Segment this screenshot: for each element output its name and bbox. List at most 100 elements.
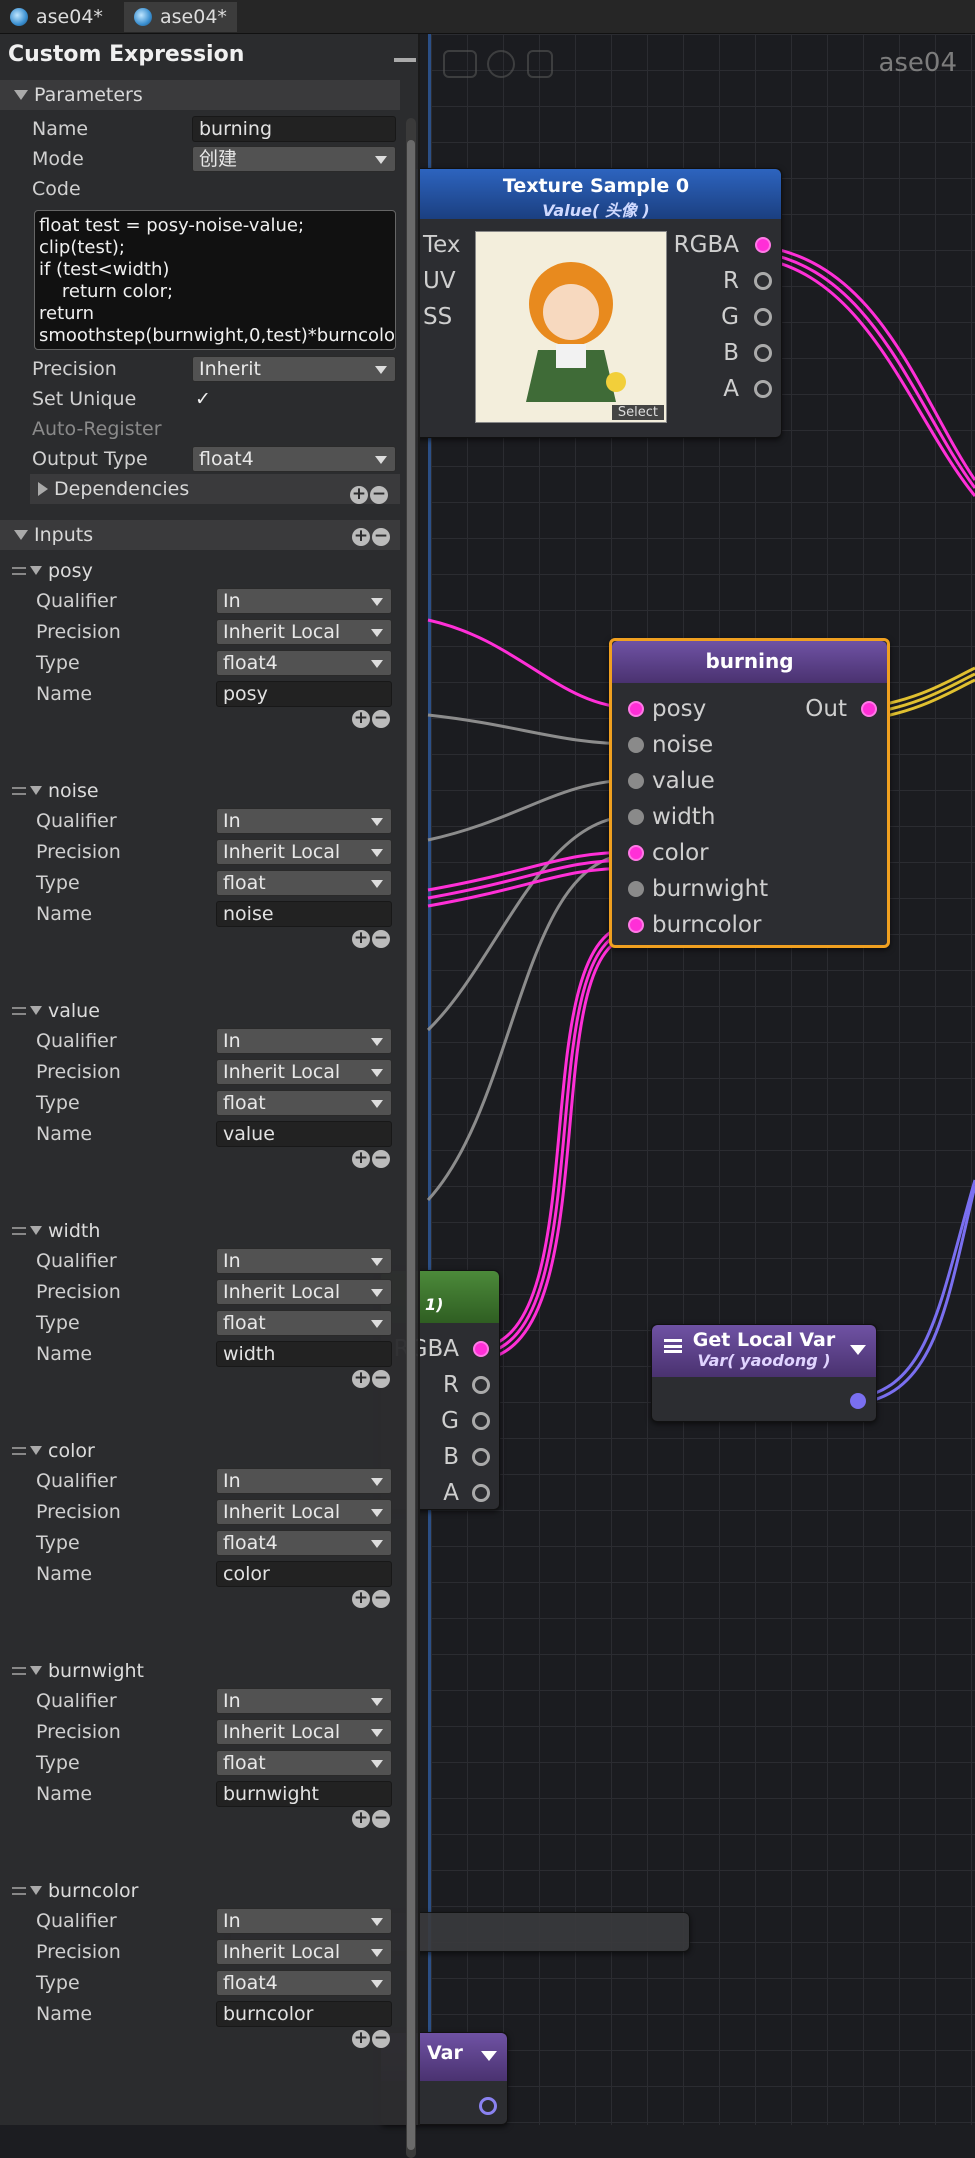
input-name-field[interactable]: burncolor: [216, 2001, 392, 2027]
pin-g[interactable]: [472, 1412, 490, 1430]
texture-select-button[interactable]: Select: [611, 405, 664, 420]
save-icon[interactable]: [527, 50, 553, 78]
type-dropdown[interactable]: float: [216, 870, 392, 896]
plus-icon[interactable]: +: [352, 710, 370, 728]
plus-icon[interactable]: +: [352, 2030, 370, 2048]
port-burnwight[interactable]: burnwight: [652, 875, 768, 903]
input-name-field[interactable]: color: [216, 1561, 392, 1587]
qualifier-dropdown[interactable]: In: [216, 808, 392, 834]
port-value[interactable]: value: [652, 767, 715, 795]
pin-posy[interactable]: [628, 701, 644, 717]
qualifier-dropdown[interactable]: In: [216, 1028, 392, 1054]
minus-icon[interactable]: −: [372, 1370, 390, 1388]
tab-ase04-1[interactable]: ase04*: [0, 2, 113, 32]
minus-icon[interactable]: −: [370, 486, 388, 504]
port-posy[interactable]: posy: [652, 695, 706, 723]
texture-sample-node[interactable]: Texture Sample 0 Value( 头像 ) Tex UV SS S…: [410, 168, 782, 438]
tab-ase04-2[interactable]: ase04*: [124, 2, 237, 32]
set-unique-checkbox[interactable]: ✓: [192, 388, 214, 410]
chevron-down-icon[interactable]: [481, 2051, 497, 2061]
minus-icon[interactable]: −: [372, 1810, 390, 1828]
pin-rgba[interactable]: [473, 1341, 489, 1357]
precision-dropdown[interactable]: Inherit Local: [216, 619, 392, 645]
live-preview-icon[interactable]: [443, 50, 477, 78]
burning-node[interactable]: burning posy noise value width color bur…: [609, 638, 890, 948]
chevron-down-icon[interactable]: [850, 1345, 866, 1355]
plus-icon[interactable]: +: [352, 1150, 370, 1168]
port-b[interactable]: B: [443, 1443, 459, 1471]
pin-b[interactable]: [472, 1448, 490, 1466]
port-a[interactable]: A: [443, 1479, 459, 1507]
port-ss[interactable]: SS: [423, 303, 452, 331]
port-rgba[interactable]: RGBA: [674, 231, 739, 259]
port-width[interactable]: width: [652, 803, 715, 831]
input-header[interactable]: value: [12, 998, 100, 1024]
parameters-section[interactable]: Parameters: [0, 80, 400, 110]
type-dropdown[interactable]: float4: [216, 1530, 392, 1556]
minus-icon[interactable]: −: [372, 528, 390, 546]
drag-handle-icon[interactable]: [12, 1447, 26, 1455]
port-b[interactable]: B: [723, 339, 739, 367]
precision-dropdown[interactable]: Inherit Local: [216, 1279, 392, 1305]
plus-icon[interactable]: +: [352, 1810, 370, 1828]
input-name-field[interactable]: burnwight: [216, 1781, 392, 1807]
texture-preview-image[interactable]: Select: [475, 231, 667, 423]
pin-value[interactable]: [628, 773, 644, 789]
input-header[interactable]: noise: [12, 778, 99, 804]
output-type-dropdown[interactable]: float4: [192, 446, 396, 472]
pin-b[interactable]: [754, 344, 772, 362]
input-header[interactable]: color: [12, 1438, 95, 1464]
drag-handle-icon[interactable]: [12, 1667, 26, 1675]
pin-out[interactable]: [861, 701, 877, 717]
port-r[interactable]: R: [443, 1371, 459, 1399]
pin-noise[interactable]: [628, 737, 644, 753]
input-header[interactable]: width: [12, 1218, 100, 1244]
code-editor[interactable]: float test = posy-noise-value; clip(test…: [34, 210, 396, 350]
pin-a[interactable]: [472, 1484, 490, 1502]
port-r[interactable]: R: [723, 267, 739, 295]
port-a[interactable]: A: [723, 375, 739, 403]
port-noise[interactable]: noise: [652, 731, 713, 759]
drag-handle-icon[interactable]: [12, 787, 26, 795]
pin-r[interactable]: [754, 272, 772, 290]
panel-scrollbar[interactable]: [406, 118, 416, 2158]
mode-dropdown[interactable]: 创建: [192, 146, 396, 172]
plus-icon[interactable]: +: [352, 528, 370, 546]
input-header[interactable]: burncolor: [12, 1878, 138, 1904]
minus-icon[interactable]: −: [372, 1590, 390, 1608]
minimize-icon[interactable]: [394, 58, 416, 62]
input-header[interactable]: burnwight: [12, 1658, 144, 1684]
minus-icon[interactable]: −: [372, 1150, 390, 1168]
port-g[interactable]: G: [441, 1407, 459, 1435]
pin-out[interactable]: [850, 1393, 866, 1409]
minus-icon[interactable]: −: [372, 930, 390, 948]
scrollbar-thumb[interactable]: [407, 140, 415, 2150]
inputs-section[interactable]: Inputs: [0, 520, 400, 550]
minus-icon[interactable]: −: [372, 2030, 390, 2048]
drag-handle-icon[interactable]: [12, 1007, 26, 1015]
type-dropdown[interactable]: float: [216, 1750, 392, 1776]
type-dropdown[interactable]: float: [216, 1090, 392, 1116]
precision-dropdown[interactable]: Inherit Local: [216, 1499, 392, 1525]
port-color[interactable]: color: [652, 839, 709, 867]
port-tex[interactable]: Tex: [423, 231, 461, 259]
precision-dropdown[interactable]: Inherit Local: [216, 1939, 392, 1965]
input-name-field[interactable]: width: [216, 1341, 392, 1367]
input-name-field[interactable]: noise: [216, 901, 392, 927]
drag-handle-icon[interactable]: [12, 1887, 26, 1895]
input-name-field[interactable]: value: [216, 1121, 392, 1147]
preview-sphere-icon[interactable]: [487, 50, 515, 78]
qualifier-dropdown[interactable]: In: [216, 1908, 392, 1934]
port-out[interactable]: Out: [805, 695, 847, 723]
port-g[interactable]: G: [721, 303, 739, 331]
plus-icon[interactable]: +: [352, 1370, 370, 1388]
type-dropdown[interactable]: float4: [216, 1970, 392, 1996]
pin-in[interactable]: [479, 2097, 497, 2115]
precision-dropdown[interactable]: Inherit Local: [216, 1719, 392, 1745]
port-burncolor[interactable]: burncolor: [652, 911, 761, 939]
qualifier-dropdown[interactable]: In: [216, 1248, 392, 1274]
drag-handle-icon[interactable]: [12, 567, 26, 575]
type-dropdown[interactable]: float4: [216, 650, 392, 676]
qualifier-dropdown[interactable]: In: [216, 588, 392, 614]
plus-icon[interactable]: +: [352, 930, 370, 948]
